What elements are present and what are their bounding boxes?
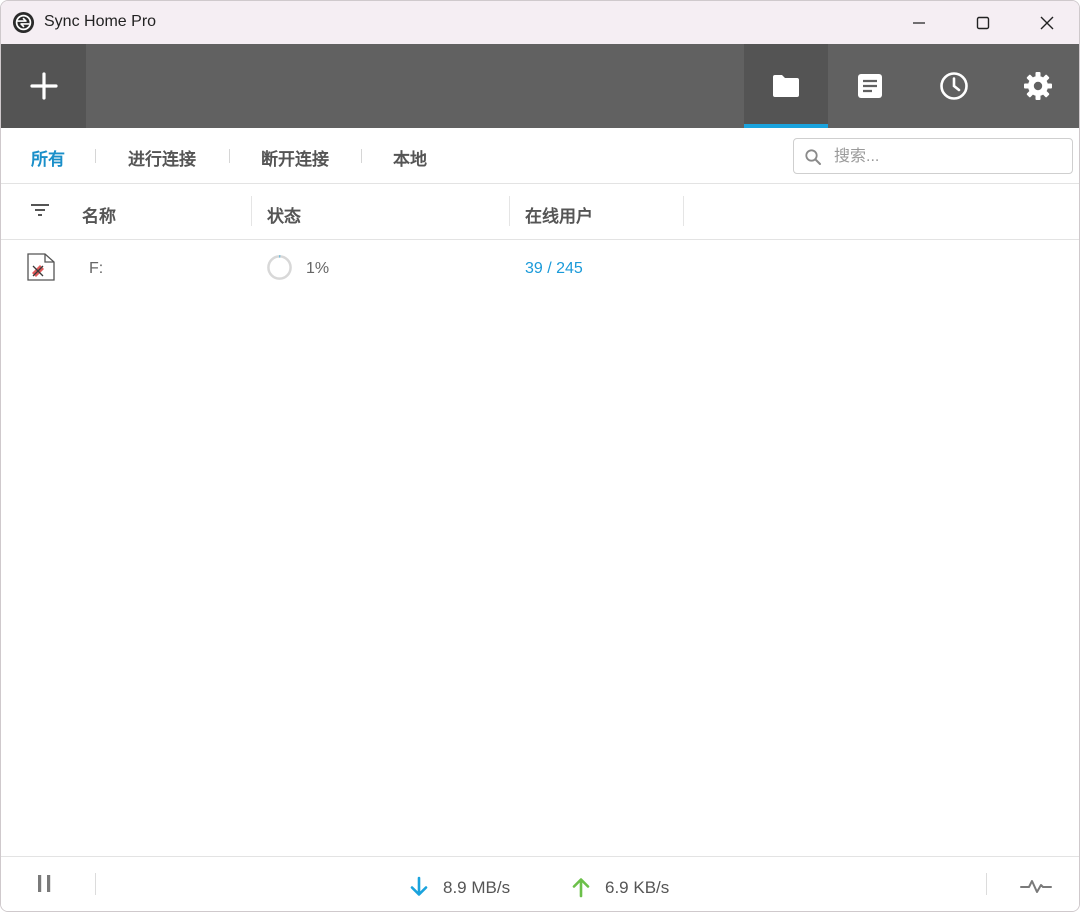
app-window: Sync Home Pro 所有 进行连接 断开连接 本地 搜索... 名称 状…: [0, 0, 1080, 912]
maximize-icon: [976, 16, 990, 29]
search-icon: [805, 149, 821, 165]
filter-divider: [229, 149, 230, 163]
title-bar: Sync Home Pro: [1, 1, 1079, 44]
sync-logo-icon: [12, 11, 35, 34]
column-name[interactable]: 名称: [82, 202, 116, 227]
maximize-button[interactable]: [951, 1, 1015, 44]
pause-icon[interactable]: [35, 873, 55, 895]
status-bar: 8.9 MB/s 6.9 KB/s: [1, 856, 1079, 911]
column-header: 名称 状态 在线用户: [1, 184, 1079, 240]
folder-icon: [773, 75, 799, 97]
column-peers[interactable]: 在线用户: [525, 202, 593, 227]
table-row[interactable]: F: 1% 39 / 245: [1, 241, 1079, 297]
column-divider[interactable]: [683, 196, 684, 226]
upload-arrow-icon: [572, 878, 590, 898]
plus-icon: [29, 72, 58, 100]
filter-tab-connecting[interactable]: 进行连接: [128, 145, 196, 170]
sort-filter-icon[interactable]: [29, 201, 51, 219]
folder-name: F:: [89, 260, 104, 277]
window-title: Sync Home Pro: [44, 13, 157, 30]
folder-progress-text: 1%: [306, 260, 330, 277]
upload-speed: 6.9 KB/s: [605, 878, 670, 897]
search-input[interactable]: [834, 145, 1064, 169]
folder-peers-link[interactable]: 39 / 245: [525, 260, 583, 278]
close-icon: [1040, 16, 1054, 29]
statusbar-divider: [986, 873, 987, 895]
minimize-button[interactable]: [887, 1, 951, 44]
column-divider[interactable]: [251, 196, 252, 226]
document-icon: [858, 74, 882, 98]
close-button[interactable]: [1015, 1, 1079, 44]
activity-pulse-icon[interactable]: [1019, 875, 1053, 897]
filter-tab-disconnected[interactable]: 断开连接: [261, 145, 329, 170]
minimize-icon: [913, 21, 925, 24]
tab-folders[interactable]: [744, 44, 828, 128]
download-speed: 8.9 MB/s: [443, 878, 511, 897]
main-toolbar: [1, 44, 1079, 128]
filter-bar: 所有 进行连接 断开连接 本地: [1, 128, 1079, 184]
statusbar-divider: [95, 873, 96, 895]
tab-transfers[interactable]: [828, 44, 912, 128]
tab-history[interactable]: [912, 44, 996, 128]
download-arrow-icon: [410, 876, 428, 896]
filter-tab-all[interactable]: 所有: [31, 145, 65, 170]
tab-settings[interactable]: [996, 44, 1079, 128]
column-divider[interactable]: [509, 196, 510, 226]
column-status[interactable]: 状态: [267, 202, 301, 227]
clock-icon: [940, 72, 968, 100]
filter-tab-local[interactable]: 本地: [393, 145, 427, 170]
gear-icon: [1024, 72, 1052, 100]
filter-divider: [95, 149, 96, 163]
search-box[interactable]: [793, 138, 1073, 174]
filter-divider: [361, 149, 362, 163]
folder-error-icon: [27, 253, 55, 281]
add-folder-button[interactable]: [1, 44, 86, 128]
progress-spinner-icon: [267, 255, 292, 280]
